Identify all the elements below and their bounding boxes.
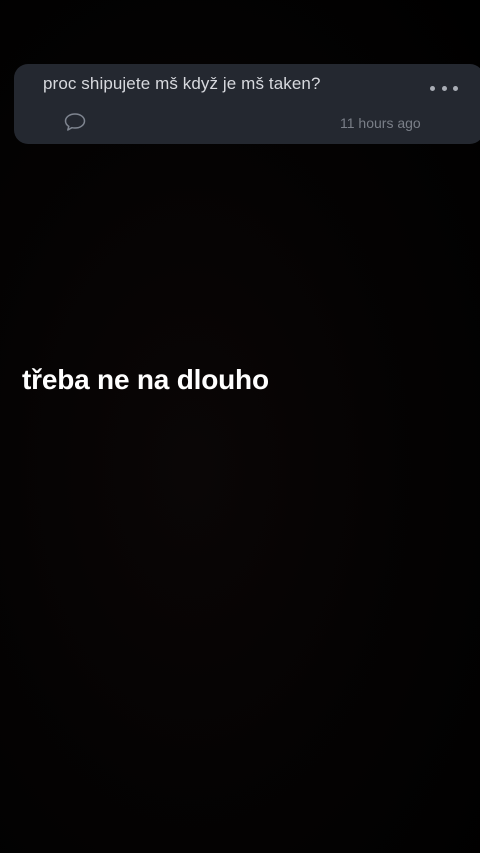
comment-bubble-icon — [64, 113, 86, 131]
question-card: proc shipujete mš když je mš taken? 11 h… — [14, 64, 480, 144]
more-options-button[interactable] — [430, 78, 458, 98]
more-dots-icon — [441, 85, 447, 91]
more-dots-icon — [453, 85, 458, 91]
more-dots-icon — [430, 85, 435, 91]
question-text: proc shipujete mš když je mš taken? — [43, 74, 321, 93]
timestamp: 11 hours ago — [340, 115, 421, 131]
story-caption: třeba ne na dlouho — [22, 364, 269, 395]
comment-button[interactable] — [63, 112, 87, 132]
